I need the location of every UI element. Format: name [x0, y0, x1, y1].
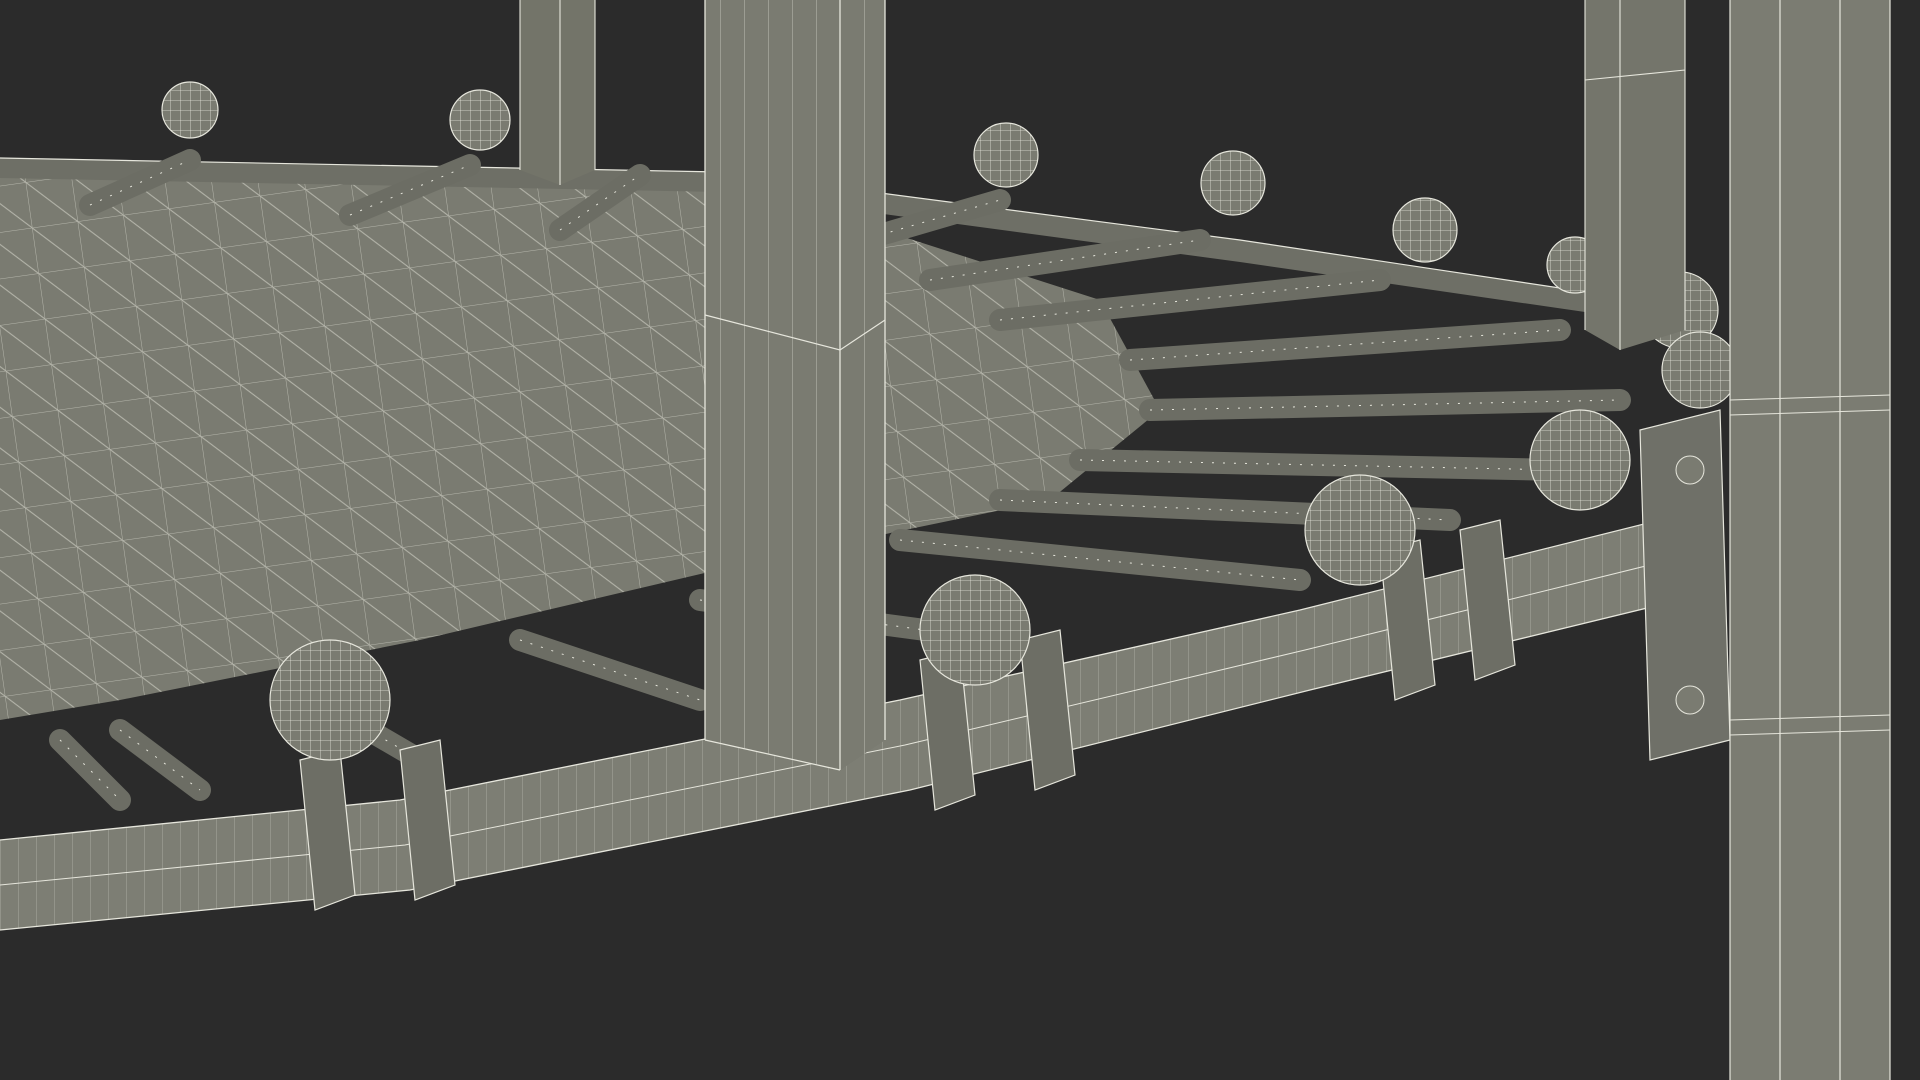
- render-viewport: [0, 0, 1920, 1080]
- back-left-post: [519, 0, 596, 185]
- ball-cap-wire-10: [919, 574, 1031, 686]
- leg-bracket: [1639, 409, 1731, 761]
- ball-cap-wire-0: [161, 81, 219, 139]
- tube-clamp-5: [1459, 519, 1516, 681]
- ball-cap-wire-7: [1661, 331, 1739, 409]
- ball-cap-wire-4: [1392, 197, 1458, 263]
- ball-cap-wire-3: [1200, 150, 1266, 216]
- trampoline-wireframe-render: [0, 0, 1891, 1080]
- ball-cap-wire-9: [1304, 474, 1416, 586]
- center-post: [704, 0, 886, 771]
- spring-14: [109, 719, 211, 801]
- spring-6: [1119, 319, 1571, 371]
- ball-cap-wire-8: [1529, 409, 1631, 511]
- spring-12: [509, 629, 711, 711]
- ball-cap-wire-2: [973, 122, 1039, 188]
- back-right-post: [1584, 0, 1686, 350]
- front-right-post: [1729, 0, 1891, 1080]
- spring-7: [1139, 389, 1631, 421]
- ball-cap-wire-1: [449, 89, 511, 151]
- tube-clamp-3: [1019, 629, 1076, 791]
- ball-cap-wire-11: [269, 639, 391, 761]
